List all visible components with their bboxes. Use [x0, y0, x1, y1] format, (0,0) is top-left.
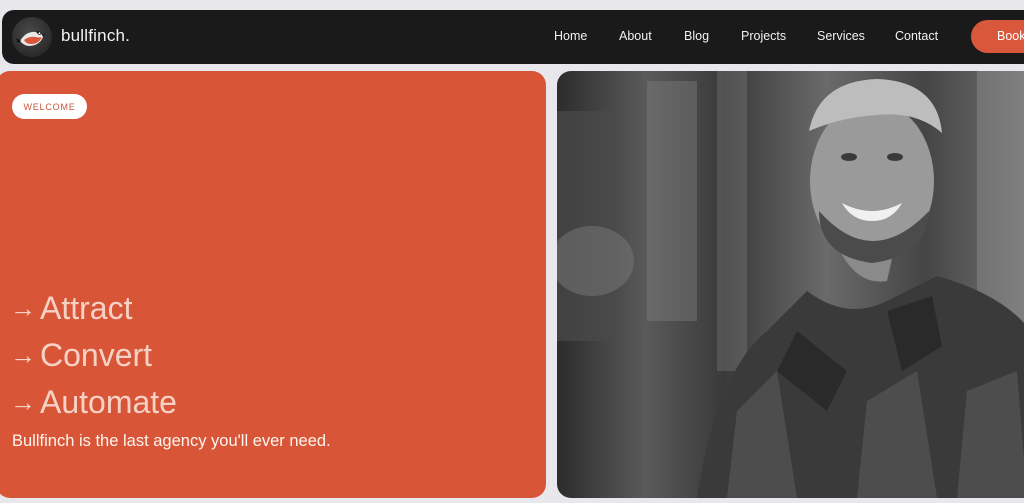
- arrow-right-icon: →: [10, 340, 36, 370]
- headline-attract-text: Attract: [40, 290, 133, 326]
- headline-convert-text: Convert: [40, 337, 153, 373]
- hero-tagline: Bullfinch is the last agency you'll ever…: [12, 432, 331, 450]
- headline-convert: → Convert: [10, 337, 152, 374]
- headline-automate-text: Automate: [40, 384, 177, 420]
- hero-photo: [557, 71, 1024, 498]
- top-nav-bar: bullfinch. Home About Blog Projects Serv…: [2, 10, 1024, 64]
- headline-attract: → Attract: [10, 290, 132, 327]
- bullfinch-bird-icon[interactable]: [12, 17, 52, 57]
- arrow-right-icon: →: [10, 387, 36, 417]
- smiling-man-photo: [557, 71, 1024, 498]
- arrow-right-icon: →: [10, 293, 36, 323]
- hero-panel: WELCOME → Attract → Convert → Automate Bull…: [0, 71, 546, 498]
- headline-automate: → Automate: [10, 384, 177, 421]
- welcome-badge: WELCOME: [12, 94, 87, 119]
- nav-contact-link[interactable]: Contact: [895, 29, 938, 43]
- book-button[interactable]: Book: [971, 20, 1024, 53]
- nav-home-link[interactable]: Home: [554, 29, 587, 43]
- nav-blog-link[interactable]: Blog: [684, 29, 709, 43]
- nav-about-link[interactable]: About: [619, 29, 652, 43]
- nav-services-link[interactable]: Services: [817, 29, 865, 43]
- nav-projects-link[interactable]: Projects: [741, 29, 786, 43]
- brand-name[interactable]: bullfinch.: [61, 26, 130, 46]
